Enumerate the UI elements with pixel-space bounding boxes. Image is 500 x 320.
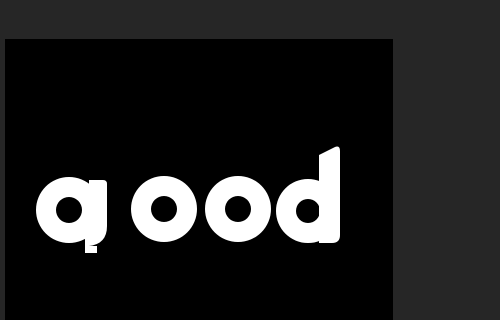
- glyph-g: [36, 177, 107, 253]
- artwork-layer[interactable]: good: [5, 39, 393, 320]
- editor-workspace: good: [0, 0, 500, 320]
- document-canvas[interactable]: good: [5, 39, 393, 320]
- glyph-o-1: [131, 176, 197, 242]
- glyph-d: [276, 146, 340, 243]
- glyph-o-2: [205, 176, 271, 242]
